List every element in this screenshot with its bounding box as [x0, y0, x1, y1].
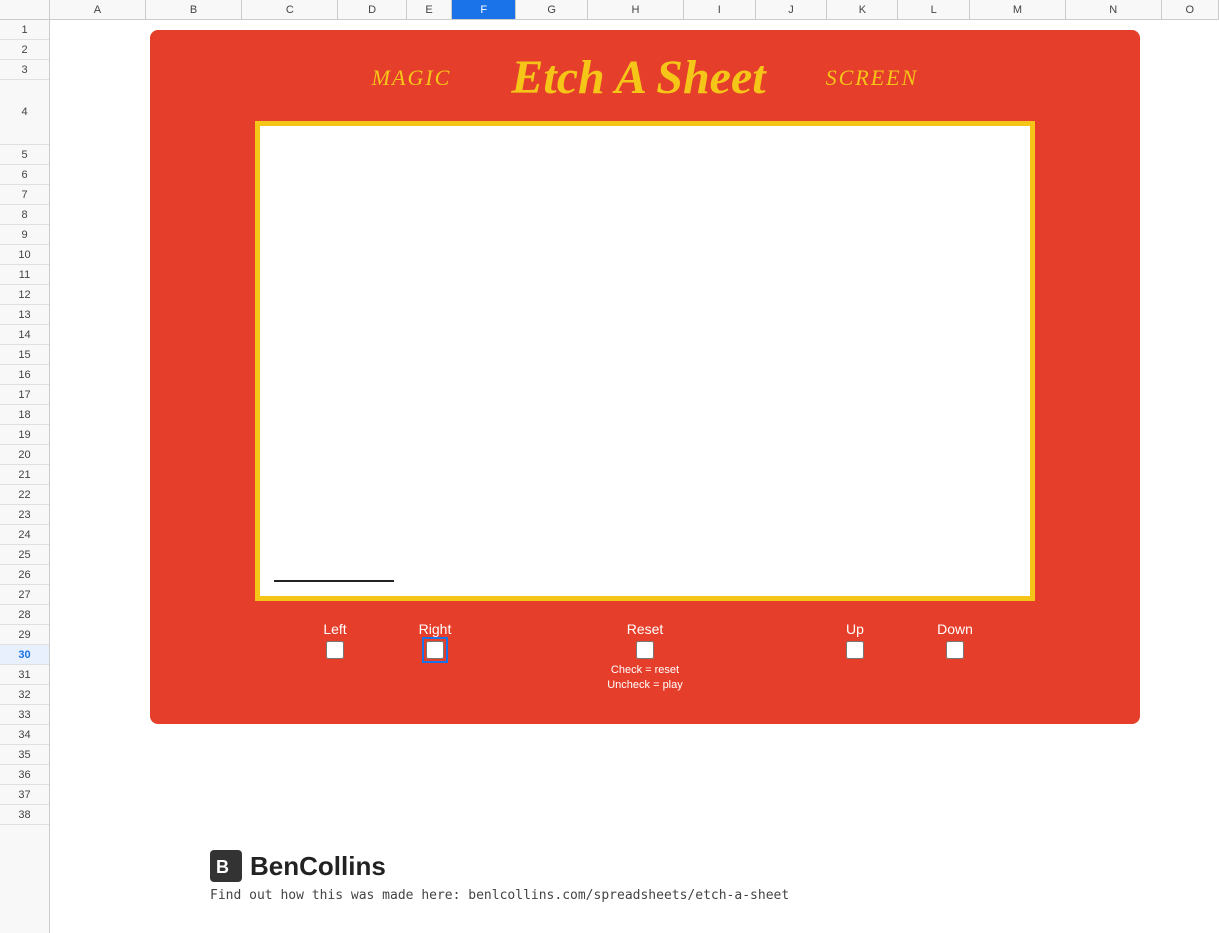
bencollins-name: BenCollins [250, 851, 386, 882]
row-num-38[interactable]: 38 [0, 805, 49, 825]
drawing-line [274, 580, 394, 582]
row-num-1[interactable]: 1 [0, 20, 49, 40]
row-num-28[interactable]: 28 [0, 605, 49, 625]
col-header-m[interactable]: M [970, 0, 1066, 19]
row-num-33[interactable]: 33 [0, 705, 49, 725]
row-num-16[interactable]: 16 [0, 365, 49, 385]
row-num-18[interactable]: 18 [0, 405, 49, 425]
col-header-c[interactable]: C [242, 0, 338, 19]
row-num-10[interactable]: 10 [0, 245, 49, 265]
left-control-group: Left [285, 621, 385, 659]
up-label: Up [846, 621, 864, 637]
row-numbers: 1 2 3 4 5 6 7 8 9 10 11 12 13 14 15 16 1… [0, 20, 50, 933]
row-num-31[interactable]: 31 [0, 665, 49, 685]
reset-hint-line2: Uncheck = play [607, 678, 683, 693]
row-num-22[interactable]: 22 [0, 485, 49, 505]
reset-label: Reset [627, 621, 664, 637]
row-num-4[interactable]: 4 [0, 80, 49, 145]
row-num-36[interactable]: 36 [0, 765, 49, 785]
row-num-2[interactable]: 2 [0, 40, 49, 60]
row-num-24[interactable]: 24 [0, 525, 49, 545]
row-num-5[interactable]: 5 [0, 145, 49, 165]
row-num-13[interactable]: 13 [0, 305, 49, 325]
row-num-25[interactable]: 25 [0, 545, 49, 565]
screen-label: SCREEN [826, 65, 919, 91]
right-label: Right [419, 621, 452, 637]
row-num-30[interactable]: 30 [0, 645, 49, 665]
row-num-27[interactable]: 27 [0, 585, 49, 605]
row-num-7[interactable]: 7 [0, 185, 49, 205]
col-header-b[interactable]: B [146, 0, 243, 19]
corner-cell [0, 0, 50, 19]
svg-text:B: B [216, 857, 229, 877]
bencollins-icon: B [210, 850, 242, 882]
main-area: 1 2 3 4 5 6 7 8 9 10 11 12 13 14 15 16 1… [0, 20, 1219, 933]
col-header-l[interactable]: L [898, 0, 970, 19]
etch-drawing-screen [255, 121, 1035, 601]
left-label: Left [323, 621, 346, 637]
footer-area: B BenCollins Find out how this was made … [210, 850, 789, 903]
col-header-f[interactable]: F [452, 0, 516, 19]
row-num-14[interactable]: 14 [0, 325, 49, 345]
row-num-23[interactable]: 23 [0, 505, 49, 525]
row-num-12[interactable]: 12 [0, 285, 49, 305]
down-control-group: Down [905, 621, 1005, 659]
col-header-h[interactable]: H [588, 0, 684, 19]
row-num-21[interactable]: 21 [0, 465, 49, 485]
right-checkbox[interactable] [426, 641, 444, 659]
up-control-group: Up [805, 621, 905, 659]
col-header-g[interactable]: G [516, 0, 588, 19]
etch-controls: Left Right Reset Check = reset Uncheck [180, 621, 1110, 694]
row-num-6[interactable]: 6 [0, 165, 49, 185]
bencollins-logo: B BenCollins [210, 850, 789, 882]
col-header-a[interactable]: A [50, 0, 146, 19]
col-header-n[interactable]: N [1066, 0, 1162, 19]
right-control-group: Right [385, 621, 485, 659]
down-label: Down [937, 621, 973, 637]
row-num-26[interactable]: 26 [0, 565, 49, 585]
col-header-e[interactable]: E [407, 0, 452, 19]
row-num-29[interactable]: 29 [0, 625, 49, 645]
row-num-15[interactable]: 15 [0, 345, 49, 365]
col-header-k[interactable]: K [827, 0, 898, 19]
col-header-d[interactable]: D [338, 0, 407, 19]
row-num-19[interactable]: 19 [0, 425, 49, 445]
etch-header: MAGIC Etch A Sheet SCREEN [180, 50, 1110, 105]
col-header-j[interactable]: J [756, 0, 828, 19]
column-headers: A B C D E F G H I J K L M N O [0, 0, 1219, 20]
reset-checkbox[interactable] [636, 641, 654, 659]
magic-label: MAGIC [372, 65, 452, 91]
row-num-3[interactable]: 3 [0, 60, 49, 80]
left-checkbox[interactable] [326, 641, 344, 659]
etch-app-container: MAGIC Etch A Sheet SCREEN Left Right [150, 30, 1140, 724]
row-num-34[interactable]: 34 [0, 725, 49, 745]
row-num-20[interactable]: 20 [0, 445, 49, 465]
row-num-9[interactable]: 9 [0, 225, 49, 245]
etch-title: Etch A Sheet [511, 50, 765, 105]
down-checkbox[interactable] [946, 641, 964, 659]
col-header-o[interactable]: O [1162, 0, 1219, 19]
row-num-35[interactable]: 35 [0, 745, 49, 765]
row-num-17[interactable]: 17 [0, 385, 49, 405]
reset-hint: Check = reset Uncheck = play [607, 663, 683, 694]
reset-hint-line1: Check = reset [607, 663, 683, 678]
spreadsheet: A B C D E F G H I J K L M N O 1 2 3 4 5 … [0, 0, 1219, 933]
row-num-11[interactable]: 11 [0, 265, 49, 285]
up-checkbox[interactable] [846, 641, 864, 659]
row-num-37[interactable]: 37 [0, 785, 49, 805]
reset-control-group: Reset Check = reset Uncheck = play [565, 621, 725, 694]
grid-content: MAGIC Etch A Sheet SCREEN Left Right [50, 20, 1219, 933]
row-num-32[interactable]: 32 [0, 685, 49, 705]
row-num-8[interactable]: 8 [0, 205, 49, 225]
col-header-i[interactable]: I [684, 0, 756, 19]
bencollins-link: Find out how this was made here: benlcol… [210, 888, 789, 903]
